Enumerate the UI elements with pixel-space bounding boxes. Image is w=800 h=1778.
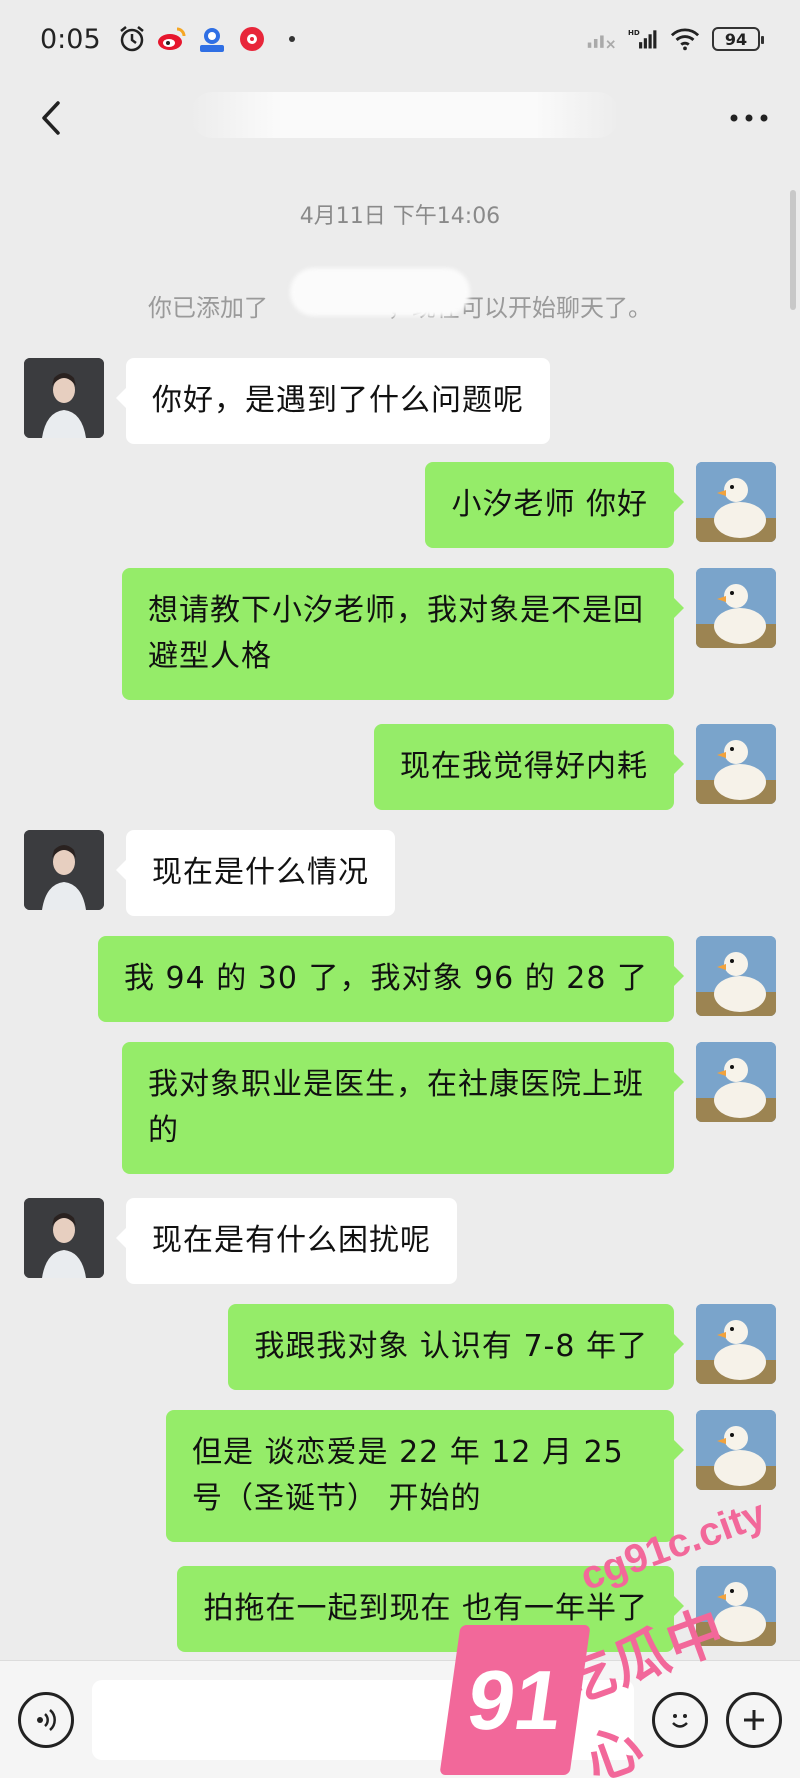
avatar-self[interactable] xyxy=(696,936,776,1016)
back-button[interactable] xyxy=(26,93,76,143)
voice-input-button[interactable] xyxy=(18,1691,74,1748)
message-bubble-incoming[interactable]: 现在是有什么困扰呢 xyxy=(116,1198,457,1284)
message-bubble-outgoing[interactable]: 我对象职业是医生，在社康医院上班的 xyxy=(122,1042,684,1174)
avatar-contact[interactable] xyxy=(24,1198,104,1278)
message-bubble-outgoing[interactable]: 我跟我对象 认识有 7-8 年了 xyxy=(228,1304,684,1390)
svg-text:HD: HD xyxy=(628,28,640,37)
voice-icon xyxy=(37,1708,56,1731)
chat-timestamp: 4月11日 下午14:06 xyxy=(299,204,501,229)
message-text-input[interactable] xyxy=(92,1679,634,1760)
avatar-self[interactable] xyxy=(696,1410,776,1490)
message-bubble-outgoing[interactable]: 我 94 的 30 了，我对象 96 的 28 了 xyxy=(98,936,684,1022)
message-input-bar xyxy=(0,1660,800,1778)
chevron-left-icon xyxy=(42,101,60,135)
smiley-icon xyxy=(672,1713,688,1728)
more-functions-button[interactable] xyxy=(726,1691,782,1748)
alarm-icon xyxy=(117,24,147,54)
status-left: 0:05 xyxy=(40,24,307,55)
message-bubble-outgoing[interactable]: 拍拖在一起到现在 也有一年半了 xyxy=(177,1566,684,1652)
more-notifications-dot xyxy=(277,24,307,54)
chat-title-redacted xyxy=(190,92,620,138)
status-right: HD 94 xyxy=(586,24,764,54)
chat-message-list[interactable]: 4月11日 下午14:06 你已添加了 ，现在可以开始聊天了。 你好，是遇到了什… xyxy=(0,158,800,1660)
signal-hd-icon: HD xyxy=(628,24,658,54)
message-bubble-outgoing[interactable]: 想请教下小汐老师，我对象是不是回避型人格 xyxy=(122,568,684,700)
plus-icon xyxy=(744,1709,764,1730)
avatar-contact[interactable] xyxy=(24,358,104,438)
more-dots-icon xyxy=(730,114,768,122)
message-bubble-outgoing[interactable]: 现在我觉得好内耗 xyxy=(374,724,684,810)
avatar-self[interactable] xyxy=(696,1304,776,1384)
message-bubble-outgoing[interactable]: 小汐老师 你好 xyxy=(425,462,684,548)
avatar-contact[interactable] xyxy=(24,830,104,910)
status-time: 0:05 xyxy=(40,23,101,55)
message-bubble-incoming[interactable]: 现在是什么情况 xyxy=(116,830,395,916)
wifi-icon xyxy=(670,24,700,54)
weibo-icon xyxy=(157,24,187,54)
more-options-button[interactable] xyxy=(724,93,774,143)
battery-indicator: 94 xyxy=(712,27,764,51)
message-bubble-outgoing[interactable]: 但是 谈恋爱是 22 年 12 月 25 号（圣诞节） 开始的 xyxy=(166,1410,684,1542)
emoji-button[interactable] xyxy=(652,1691,708,1748)
avatar-self[interactable] xyxy=(696,462,776,542)
avatar-self[interactable] xyxy=(696,724,776,804)
avatar-self[interactable] xyxy=(696,1566,776,1646)
app-notification-icon xyxy=(197,24,227,54)
music-app-icon xyxy=(237,24,267,54)
message-bubble-incoming[interactable]: 你好，是遇到了什么问题呢 xyxy=(116,358,550,444)
signal-sim1-icon xyxy=(586,24,616,54)
avatar-self[interactable] xyxy=(696,568,776,648)
chat-header xyxy=(0,78,800,158)
status-bar: 0:05 HD 94 xyxy=(0,0,800,78)
redaction-mark xyxy=(290,268,470,316)
avatar-self[interactable] xyxy=(696,1042,776,1122)
